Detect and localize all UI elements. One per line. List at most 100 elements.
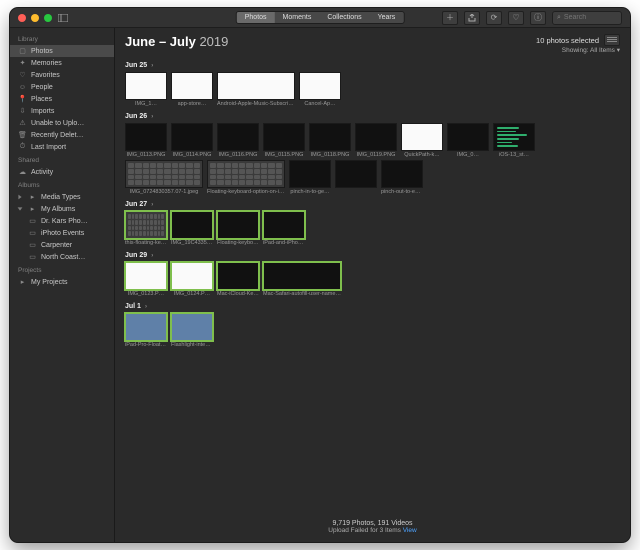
moment-header[interactable]: Jul 1›	[125, 303, 620, 310]
tab-collections[interactable]: Collections	[319, 12, 369, 23]
minimize-window[interactable]	[31, 14, 39, 22]
favorite-button[interactable]: ♡	[508, 11, 524, 25]
photo-thumbnail[interactable]: Android-Apple-Music-Subscription.jpg	[217, 72, 295, 107]
disclosure-icon[interactable]	[18, 207, 23, 210]
zoom-window[interactable]	[44, 14, 52, 22]
showing-filter[interactable]: All Items ▾	[590, 47, 620, 54]
close-window[interactable]	[18, 14, 26, 22]
photo-thumbnail[interactable]	[335, 160, 377, 195]
photo-thumbnail[interactable]: Mac-Safari-autofill-user-names-and-passw…	[263, 262, 341, 297]
sidebar-item[interactable]: ☺People	[10, 81, 114, 93]
sidebar: Library▢Photos✦Memories♡Favorites☺People…	[10, 28, 115, 542]
sidebar-toggle-icon[interactable]	[58, 13, 68, 23]
photo-thumbnail[interactable]: IMG_1…	[125, 72, 167, 107]
thumbnail-caption: iPad-and-iPhone…	[263, 240, 305, 246]
thumbnail-caption: app-store…	[178, 101, 207, 107]
moment-header[interactable]: Jun 25›	[125, 62, 620, 69]
photo-thumbnail[interactable]: IMG_0123.P…	[125, 262, 167, 297]
photo-thumbnail[interactable]: IMG_0116.PNG	[217, 123, 259, 158]
tab-moments[interactable]: Moments	[275, 12, 320, 23]
moment-header[interactable]: Jun 29›	[125, 252, 620, 259]
photo-thumbnail[interactable]: QuickPath-k…	[401, 123, 443, 158]
sidebar-item[interactable]: ✦Memories	[10, 57, 114, 69]
photo-thumbnail[interactable]: this-floating-keyboard-handle-to-spring-…	[125, 211, 167, 246]
sidebar-item-label: People	[31, 84, 53, 91]
thumbnail-caption: QuickPath-k…	[404, 152, 439, 158]
photo-thumbnail[interactable]: IMG_0…	[447, 123, 489, 158]
share-button[interactable]	[464, 11, 480, 25]
photos-icon: ▢	[18, 47, 27, 56]
photo-thumbnail[interactable]: pinch-in-to-ge…	[289, 160, 331, 195]
moment-header[interactable]: Jun 26›	[125, 113, 620, 120]
photo-thumbnail[interactable]: IMG_0118.PNG	[309, 123, 351, 158]
photo-thumbnail[interactable]: Floating-keyboard-option-on-iPadOS-full-…	[207, 160, 285, 195]
sidebar-item[interactable]: 📍Places	[10, 93, 114, 105]
sidebar-item-label: Favorites	[31, 72, 60, 79]
titlebar: Photos Moments Collections Years ＋ ⟳ ♡ ⓘ…	[10, 8, 630, 28]
thumbnail-caption: IMG_0116.PNG	[219, 152, 258, 158]
photo-thumbnail[interactable]: iOS-13_st…	[493, 123, 535, 158]
upload-warning-link[interactable]: View	[403, 527, 417, 534]
rotate-button[interactable]: ⟳	[486, 11, 502, 25]
sidebar-item[interactable]: ▭Dr. Kars Pho…	[10, 215, 114, 227]
search-field[interactable]: ⌕	[552, 11, 622, 25]
sidebar-item[interactable]: ▸Media Types	[10, 191, 114, 203]
sidebar-item[interactable]: ▭North Coast…	[10, 251, 114, 263]
photo-thumbnail[interactable]: Floating-keyboar…	[217, 211, 259, 246]
clock-icon: ⏱	[18, 143, 27, 152]
search-icon: ⌕	[557, 14, 561, 22]
warn-icon: ⚠	[18, 119, 27, 128]
photo-thumbnail[interactable]: IMG_0119.PNG	[355, 123, 397, 158]
chevron-right-icon: ›	[151, 253, 153, 259]
chevron-right-icon: ›	[145, 304, 147, 310]
tab-years[interactable]: Years	[370, 12, 404, 23]
sidebar-item-label: My Albums	[41, 206, 75, 213]
moment-header[interactable]: Jun 27›	[125, 201, 620, 208]
info-button[interactable]: ⓘ	[530, 11, 546, 25]
sidebar-section-header: Projects	[10, 263, 114, 276]
add-button[interactable]: ＋	[442, 11, 458, 25]
photo-thumbnail[interactable]: Flashlight-inten…	[171, 313, 213, 348]
window-controls	[18, 14, 52, 22]
folder-icon: ▸	[18, 278, 27, 287]
album-icon: ▭	[28, 241, 37, 250]
photo-thumbnail[interactable]: Mac-iCloud-Keyc…	[217, 262, 259, 297]
thumbnail-caption: IMG_19C4335A53…	[171, 240, 213, 246]
tab-photos[interactable]: Photos	[237, 12, 275, 23]
upload-warning: Upload Failed for 3 Items	[328, 527, 401, 534]
photo-thumbnail[interactable]: iPad-Pro-Floating…	[125, 313, 167, 348]
sidebar-item[interactable]: ⚠ Unable to Uplo…	[10, 117, 114, 129]
photo-thumbnail[interactable]: IMG_19C4335A53…	[171, 211, 213, 246]
search-input[interactable]	[564, 14, 617, 21]
sidebar-item[interactable]: ♡Favorites	[10, 69, 114, 81]
library-count: 9,719 Photos, 191 Videos	[115, 520, 630, 527]
photo-thumbnail[interactable]: IMG_0113.PNG	[125, 123, 167, 158]
sidebar-section-header: Shared	[10, 153, 114, 166]
photo-thumbnail[interactable]: pinch-out-to-expand-floating-keyboard-t…	[381, 160, 423, 195]
photo-thumbnail[interactable]: app-store…	[171, 72, 213, 107]
sidebar-item[interactable]: 🗑Recently Delet…	[10, 129, 114, 141]
sidebar-item[interactable]: ▭iPhoto Events	[10, 227, 114, 239]
sidebar-item[interactable]: ☁Activity	[10, 166, 114, 178]
photo-thumbnail[interactable]: IMG_0115.PNG	[263, 123, 305, 158]
thumbnail-size-button[interactable]	[604, 34, 620, 46]
photo-thumbnail[interactable]: IMG_0124.P…	[171, 262, 213, 297]
sidebar-item[interactable]: ▢Photos	[10, 45, 114, 57]
folder-icon: ▸	[28, 193, 37, 202]
disclosure-icon[interactable]	[18, 195, 21, 200]
sidebar-item-label: Last Import	[31, 144, 66, 151]
thumbnail-caption: IMG_0119.PNG	[357, 152, 396, 158]
photo-thumbnail[interactable]: IMG_0114.PNG	[171, 123, 213, 158]
sidebar-item[interactable]: ▸My Albums	[10, 203, 114, 215]
sidebar-item-label: iPhoto Events	[41, 230, 84, 237]
sidebar-item[interactable]: ▭Carpenter	[10, 239, 114, 251]
photo-thumbnail[interactable]: IMG_0724830357.07-1.jpeg	[125, 160, 203, 195]
thumbnail-caption: iPad-Pro-Floating…	[125, 342, 167, 348]
sidebar-item-label: Unable to Uplo…	[31, 120, 84, 127]
photo-thumbnail[interactable]: iPad-and-iPhone…	[263, 211, 305, 246]
sidebar-item[interactable]: ▸My Projects	[10, 276, 114, 288]
sidebar-item[interactable]: ⇩Imports	[10, 105, 114, 117]
thumbnail-caption: iOS-13_st…	[499, 152, 529, 158]
sidebar-item[interactable]: ⏱ Last Import	[10, 141, 114, 153]
photo-thumbnail[interactable]: Cancel-Ap…	[299, 72, 341, 107]
